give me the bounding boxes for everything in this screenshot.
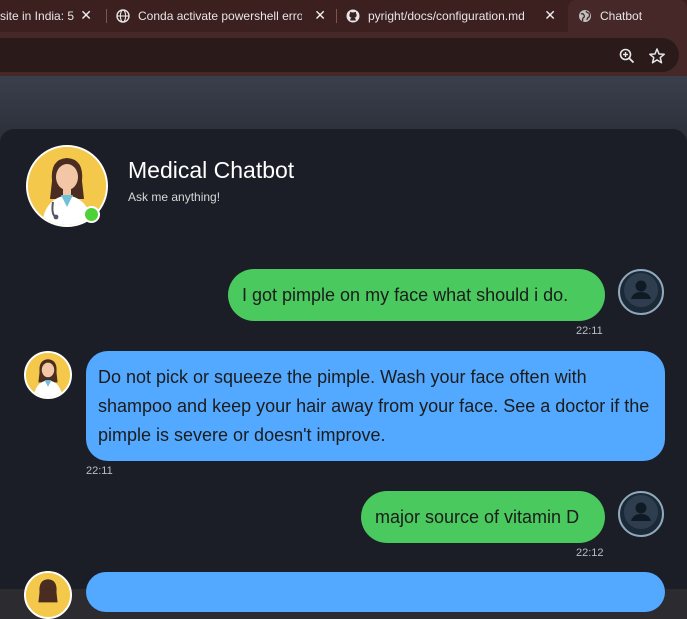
message-time: 22:12 bbox=[576, 547, 604, 559]
globe-icon bbox=[578, 9, 592, 23]
star-icon[interactable] bbox=[648, 47, 666, 65]
chat-title: Medical Chatbot bbox=[128, 157, 295, 183]
tab-title: Conda activate powershell error bbox=[138, 9, 302, 23]
tab-title: site in India: 5 bbox=[0, 9, 74, 23]
page-background bbox=[0, 76, 687, 136]
page-content: Medical Chatbot Ask me anything! I got p… bbox=[0, 76, 687, 619]
online-status-dot bbox=[83, 206, 100, 223]
user-message: major source of vitamin D bbox=[361, 491, 605, 543]
user-message: I got pimple on my face what should i do… bbox=[228, 269, 605, 321]
globe-icon bbox=[116, 9, 130, 23]
github-icon bbox=[346, 9, 360, 23]
bot-avatar bbox=[24, 351, 72, 399]
tab-separator bbox=[336, 9, 337, 23]
zoom-in-icon[interactable] bbox=[618, 47, 636, 65]
address-bar bbox=[0, 32, 687, 76]
user-avatar bbox=[618, 269, 664, 315]
user-icon bbox=[623, 494, 659, 535]
tab-title: pyright/docs/configuration.md bbox=[368, 9, 525, 23]
bot-avatar bbox=[24, 571, 72, 619]
bot-message: Do not pick or squeeze the pimple. Wash … bbox=[86, 351, 665, 461]
message-text: Do not pick or squeeze the pimple. Wash … bbox=[98, 367, 650, 445]
tab-title: Chatbot bbox=[600, 9, 643, 23]
user-icon bbox=[623, 272, 659, 313]
browser-tab-strip: site in India: 5 ✕ Conda activate powers… bbox=[0, 0, 687, 32]
tab-india[interactable]: site in India: 5 ✕ bbox=[0, 0, 100, 32]
chat-subtitle: Ask me anything! bbox=[128, 190, 221, 204]
bot-message bbox=[86, 572, 665, 612]
message-text: major source of vitamin D bbox=[375, 507, 580, 527]
tab-conda[interactable]: Conda activate powershell error ✕ bbox=[116, 0, 334, 32]
tab-separator bbox=[106, 9, 107, 23]
close-icon[interactable]: ✕ bbox=[544, 7, 556, 24]
close-icon[interactable]: ✕ bbox=[80, 7, 92, 24]
tab-chatbot[interactable]: Chatbot bbox=[568, 0, 687, 32]
message-time: 22:11 bbox=[576, 325, 603, 337]
close-icon[interactable]: ✕ bbox=[314, 7, 326, 24]
message-time: 22:11 bbox=[86, 465, 113, 477]
tab-pyright[interactable]: pyright/docs/configuration.md ✕ bbox=[346, 0, 564, 32]
user-avatar bbox=[618, 491, 664, 537]
message-text: I got pimple on my face what should i do… bbox=[242, 285, 569, 305]
url-field[interactable] bbox=[0, 38, 679, 72]
chat-card: Medical Chatbot Ask me anything! I got p… bbox=[0, 129, 687, 619]
